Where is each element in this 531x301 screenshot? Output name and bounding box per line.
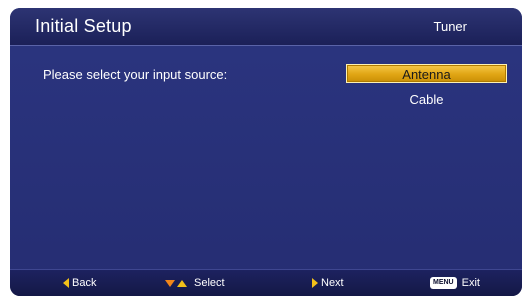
page-title: Initial Setup	[35, 16, 132, 36]
header-bar: Initial Setup Tuner	[10, 8, 522, 46]
option-cable[interactable]: Cable	[346, 90, 507, 109]
select-label: Select	[194, 277, 225, 289]
back-hint[interactable]: Back	[63, 276, 96, 290]
option-antenna[interactable]: Antenna	[346, 64, 507, 83]
select-hint[interactable]: Select	[165, 276, 225, 290]
section-label: Tuner	[433, 19, 467, 34]
footer-bar: Back Select Next MENU Exit	[10, 269, 522, 296]
tv-setup-screen: Initial Setup Tuner Please select your i…	[10, 8, 522, 296]
exit-label: Exit	[461, 277, 480, 289]
exit-hint[interactable]: MENU Exit	[430, 276, 480, 290]
up-arrow-icon	[177, 279, 187, 287]
down-arrow-icon	[165, 279, 175, 287]
input-source-prompt: Please select your input source:	[43, 67, 228, 82]
right-arrow-icon	[312, 278, 318, 288]
menu-key-icon: MENU	[430, 277, 457, 289]
next-label: Next	[321, 277, 344, 289]
left-arrow-icon	[63, 278, 69, 288]
next-hint[interactable]: Next	[312, 276, 344, 290]
back-label: Back	[72, 277, 97, 289]
